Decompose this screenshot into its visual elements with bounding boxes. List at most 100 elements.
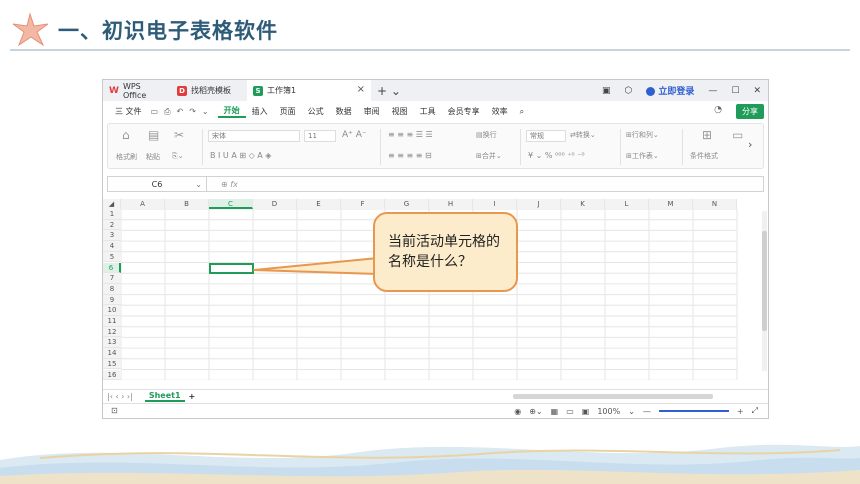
minimize-icon[interactable]: —: [701, 86, 724, 96]
merge-button[interactable]: ⊞合并⌄: [476, 151, 502, 161]
select-all-corner[interactable]: ◢: [103, 199, 121, 209]
chevron-right-icon[interactable]: ›: [748, 138, 752, 151]
font-size-select[interactable]: 11: [304, 130, 336, 142]
row-header[interactable]: 8: [103, 283, 121, 295]
row-header[interactable]: 15: [103, 358, 121, 370]
menu-home[interactable]: 开始: [217, 105, 246, 118]
column-header[interactable]: B: [165, 199, 209, 209]
search-icon[interactable]: ⌕: [514, 107, 530, 117]
row-header[interactable]: 5: [103, 251, 121, 263]
font-grow-icon[interactable]: A⁺ A⁻: [342, 130, 367, 140]
login-button[interactable]: 立即登录: [639, 84, 701, 97]
fullscreen-icon[interactable]: ⤢: [748, 406, 762, 416]
font-style-tools[interactable]: B I U A ⊞ ◇ A ◈: [210, 151, 271, 160]
row-header[interactable]: 6: [103, 262, 121, 274]
style-icon[interactable]: ▭: [732, 128, 743, 142]
chevron-down-icon[interactable]: ⌄: [624, 407, 639, 416]
feedback-icon[interactable]: ◔: [714, 105, 722, 115]
cond-format-icon[interactable]: ⊞: [702, 128, 712, 142]
zoom-out-icon[interactable]: —: [639, 407, 655, 416]
tab-templates[interactable]: D 找稻壳模板: [171, 80, 247, 101]
menu-insert[interactable]: 插入: [246, 106, 274, 117]
active-cell[interactable]: [209, 262, 254, 275]
row-header[interactable]: 4: [103, 241, 121, 252]
cond-format-label[interactable]: 条件格式: [690, 151, 718, 161]
column-header[interactable]: K: [561, 199, 605, 209]
layout-icon[interactable]: ▣: [595, 86, 618, 96]
number-format-select[interactable]: 常规: [526, 130, 566, 142]
copy-icon[interactable]: ⎘⌄: [172, 152, 183, 161]
vertical-scrollbar[interactable]: [762, 211, 767, 371]
font-name-select[interactable]: 宋体: [208, 130, 300, 142]
column-header[interactable]: A: [121, 199, 165, 209]
column-header[interactable]: C: [209, 199, 253, 209]
close-icon[interactable]: ×: [357, 84, 365, 95]
cut-icon[interactable]: ✂: [174, 128, 184, 142]
menu-tools[interactable]: 工具: [414, 106, 442, 117]
row-header[interactable]: 7: [103, 273, 121, 284]
page-view-icon[interactable]: ▭: [562, 407, 578, 416]
row-header[interactable]: 9: [103, 294, 121, 306]
row-header[interactable]: 3: [103, 230, 121, 242]
macro-icon[interactable]: ⊡: [111, 406, 118, 415]
zoom-in-icon[interactable]: +: [733, 407, 748, 416]
column-header[interactable]: M: [649, 199, 693, 209]
maximize-icon[interactable]: ☐: [724, 86, 746, 96]
zoom-slider[interactable]: [658, 410, 729, 412]
column-header[interactable]: L: [605, 199, 649, 209]
sheet-nav-icons[interactable]: |‹ ‹ › ›|: [103, 392, 137, 401]
convert-button[interactable]: ⇄转换⌄: [570, 130, 596, 140]
wrap-button[interactable]: ▤换行: [476, 130, 497, 140]
column-header[interactable]: I: [473, 199, 517, 209]
row-header[interactable]: 13: [103, 337, 121, 349]
menu-data[interactable]: 数据: [330, 106, 358, 117]
redo-icon[interactable]: ↷: [186, 107, 199, 116]
normal-view-icon[interactable]: ▦: [547, 407, 563, 416]
print-icon[interactable]: ⎙: [161, 107, 173, 117]
column-header[interactable]: D: [253, 199, 297, 209]
name-box[interactable]: C6 ⌄: [107, 175, 207, 192]
column-header[interactable]: G: [385, 199, 429, 209]
menu-page[interactable]: 页面: [274, 106, 302, 117]
eye-icon[interactable]: ◉: [510, 407, 525, 416]
align-top-tools[interactable]: ≡ ≡ ≡ ☰ ☰: [388, 130, 433, 139]
number-tools[interactable]: ¥ ⌄ % ⁰⁰⁰ ⁺⁰ ⁻⁰: [528, 151, 585, 160]
row-header[interactable]: 12: [103, 326, 121, 338]
menu-review[interactable]: 审阅: [358, 106, 386, 117]
format-painter-label[interactable]: 格式刷: [116, 152, 137, 162]
window-close-icon[interactable]: ✕: [746, 86, 768, 96]
column-header[interactable]: N: [693, 199, 737, 209]
paste-icon[interactable]: ▤: [148, 128, 159, 142]
menu-formula[interactable]: 公式: [302, 106, 330, 117]
new-tab-icon[interactable]: + ⌄: [377, 84, 401, 98]
worksheet-button[interactable]: ⊞工作表⌄: [626, 151, 659, 161]
scroll-thumb[interactable]: [762, 231, 767, 331]
row-col-button[interactable]: ⊞行和列⌄: [626, 130, 659, 140]
file-menu[interactable]: 三 文件: [109, 106, 148, 117]
save-icon[interactable]: ▭: [148, 107, 162, 116]
align-bottom-tools[interactable]: ≡ ≡ ≡ ≡ ⊟: [388, 151, 432, 160]
format-painter-icon[interactable]: ⌂: [122, 128, 130, 142]
row-header[interactable]: 2: [103, 219, 121, 231]
row-header[interactable]: 16: [103, 369, 121, 381]
chevron-down-icon[interactable]: ⌄: [199, 107, 212, 116]
menu-efficiency[interactable]: 效率: [486, 106, 514, 117]
column-header[interactable]: J: [517, 199, 561, 209]
share-button[interactable]: 分享: [736, 104, 764, 119]
column-header[interactable]: E: [297, 199, 341, 209]
column-header[interactable]: H: [429, 199, 473, 209]
tab-wps-office[interactable]: W WPS Office: [103, 80, 171, 101]
formula-input[interactable]: ⊕ fx: [207, 175, 764, 192]
page-break-icon[interactable]: ▣: [578, 407, 594, 416]
row-header[interactable]: 11: [103, 316, 121, 327]
menu-member[interactable]: 会员专享: [442, 106, 486, 117]
column-header[interactable]: F: [341, 199, 385, 209]
row-header[interactable]: 10: [103, 305, 121, 316]
cube-icon[interactable]: ⬡: [618, 86, 640, 96]
paste-label[interactable]: 粘贴: [146, 152, 160, 162]
row-header[interactable]: 1: [103, 209, 121, 220]
chevron-down-icon[interactable]: ⌄: [195, 177, 202, 192]
sheet-tab-active[interactable]: Sheet1: [144, 391, 185, 402]
undo-icon[interactable]: ↶: [174, 107, 187, 116]
cross-icon[interactable]: ⊕⌄: [525, 407, 546, 416]
